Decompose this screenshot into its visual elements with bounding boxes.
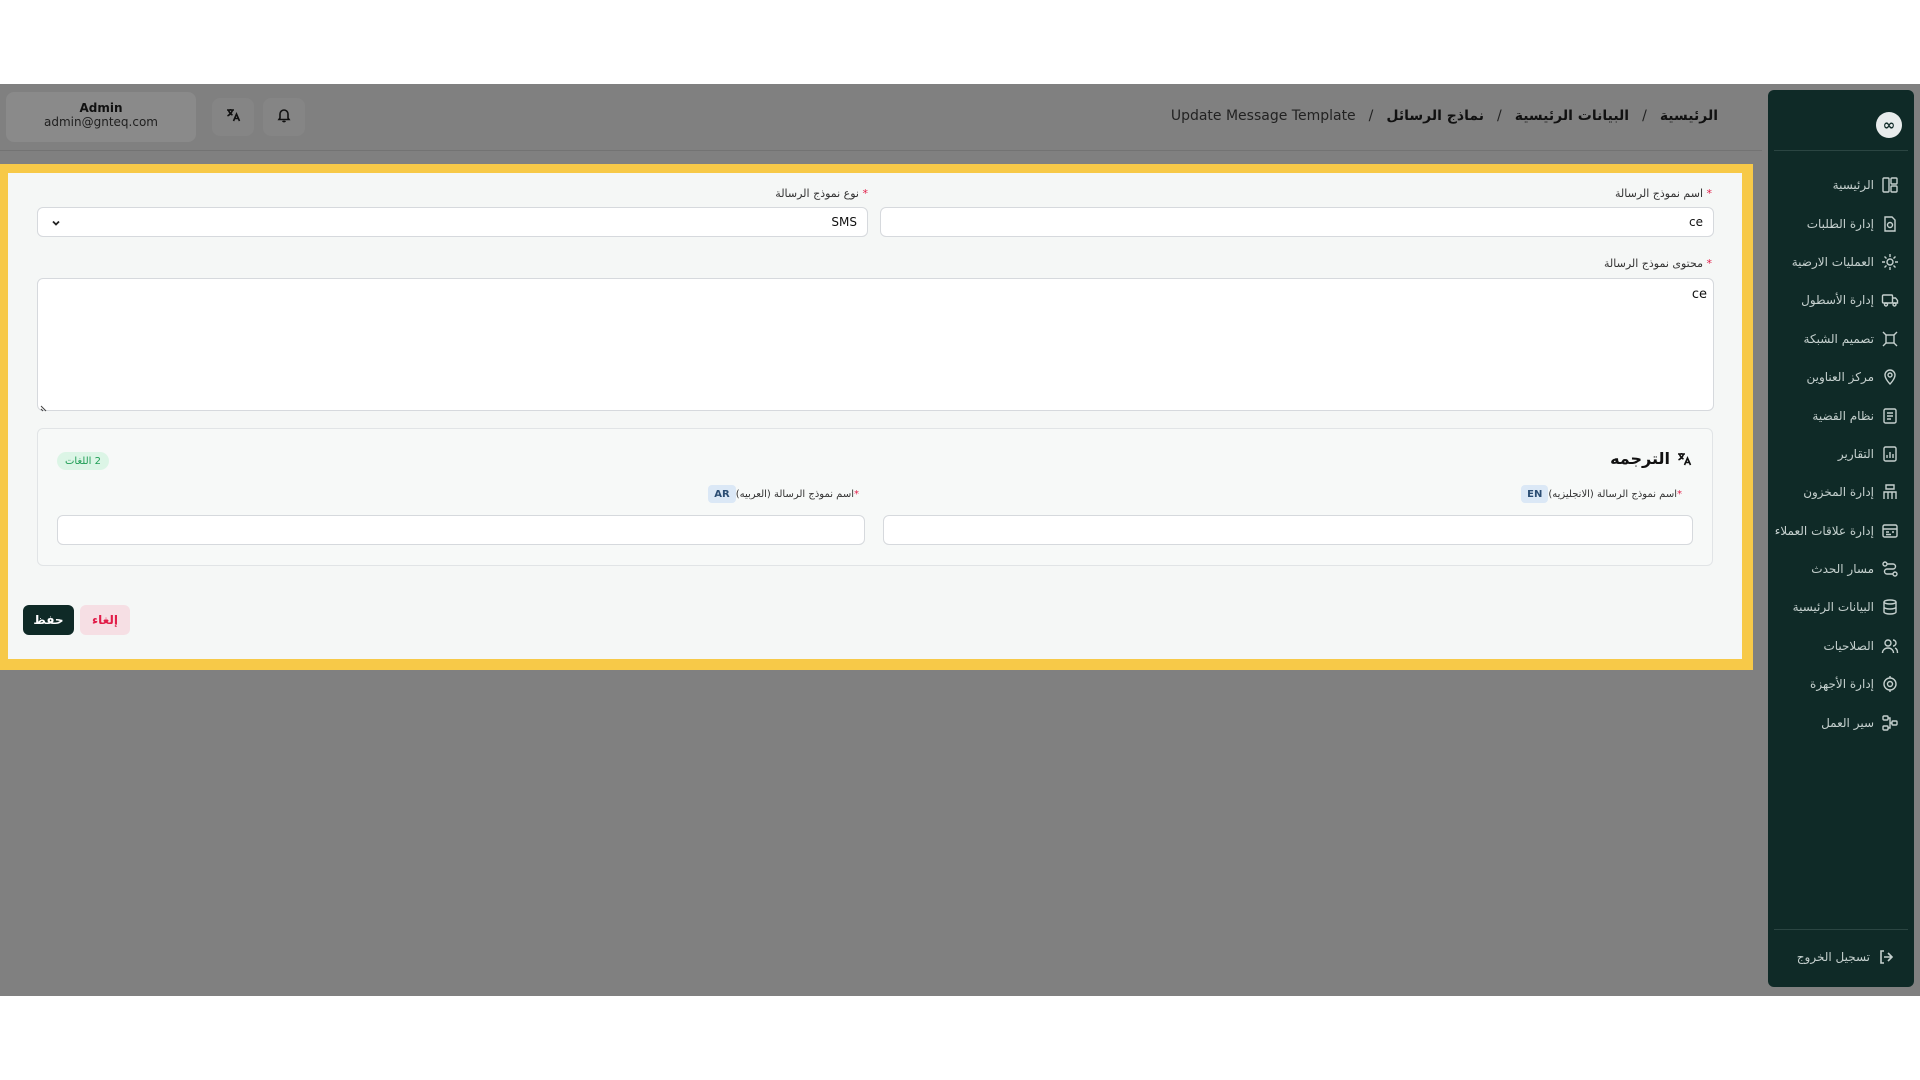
chevron-down-icon: [50, 217, 62, 229]
sidebar-item-home[interactable]: الرئيسية: [1768, 166, 1914, 204]
sidebar: ∞ الرئيسية إدارة الطلبات العمليات الارضي…: [1768, 90, 1914, 987]
sidebar-item-label: إدارة الأسطول: [1801, 293, 1874, 308]
en-label: EN اسم نموذج الرسالة (الانجليزيه) *: [1515, 485, 1692, 503]
breadcrumb-current: Update Message Template: [1170, 108, 1356, 124]
translate-icon: [1676, 451, 1692, 467]
sidebar-item-label: مسار الحدث: [1811, 562, 1874, 577]
type-select-value: SMS: [831, 215, 857, 229]
form-card: * اسم نموذج الرسالة ce * نوع نموذج الرسا…: [8, 173, 1742, 659]
content-text: ce: [1691, 287, 1707, 302]
breadcrumb: الرئيسية / البيانات الرئيسية / نماذج الر…: [1171, 108, 1718, 124]
breadcrumb-separator: /: [1642, 108, 1647, 124]
sidebar-item-cases[interactable]: نظام القضية: [1768, 396, 1914, 434]
sidebar-item-devices[interactable]: إدارة الأجهزة: [1768, 665, 1914, 703]
sidebar-item-label: الرئيسية: [1832, 178, 1874, 193]
notifications-button[interactable]: [263, 98, 305, 136]
workflow-icon: [1880, 713, 1900, 733]
sidebar-item-label: العمليات الارضية: [1791, 254, 1874, 269]
location-icon: [1880, 367, 1900, 387]
translate-icon: [225, 107, 241, 127]
sidebar-item-label: إدارة الأجهزة: [1810, 677, 1874, 692]
breadcrumb-separator: /: [1368, 108, 1374, 124]
sidebar-item-event-path[interactable]: مسار الحدث: [1768, 550, 1914, 588]
sidebar-item-network[interactable]: تصميم الشبكة: [1768, 320, 1914, 358]
breadcrumb-master-data[interactable]: البيانات الرئيسية: [1515, 108, 1629, 124]
breadcrumb-message-templates[interactable]: نماذج الرسائل: [1386, 108, 1484, 124]
sidebar-item-label: إدارة الطلبات: [1806, 216, 1874, 231]
database-icon: [1880, 597, 1900, 617]
users-icon: [1880, 636, 1900, 656]
sidebar-item-label: سير العمل: [1821, 715, 1874, 730]
language-count-badge: 2 اللغات: [57, 452, 109, 470]
ground-ops-icon: [1880, 252, 1900, 272]
cancel-button[interactable]: إلغاء: [80, 605, 130, 635]
type-label: * نوع نموذج الرسالة: [775, 187, 868, 200]
language-button[interactable]: [212, 98, 254, 136]
sidebar-item-inventory[interactable]: إدارة المخزون: [1768, 473, 1914, 511]
devices-icon: [1880, 674, 1900, 694]
ar-name-input[interactable]: [57, 515, 865, 545]
name-input[interactable]: ce: [880, 207, 1714, 237]
header-divider: [0, 150, 1762, 151]
breadcrumb-separator: /: [1496, 108, 1502, 124]
app-shell: Admin admin@gnteq.com الرئيسية / البيانا…: [0, 84, 1920, 996]
ar-label: AR اسم نموذج الرسالة (العربيه) *: [702, 485, 869, 503]
dashboard-icon: [1880, 175, 1900, 195]
truck-icon: [1880, 290, 1900, 310]
ar-badge: AR: [708, 485, 736, 503]
sidebar-item-reports[interactable]: التقارير: [1768, 435, 1914, 473]
sidebar-item-ground-ops[interactable]: العمليات الارضية: [1768, 243, 1914, 281]
sidebar-nav: الرئيسية إدارة الطلبات العمليات الارضية …: [1768, 166, 1914, 742]
sidebar-item-permissions[interactable]: الصلاحيات: [1768, 627, 1914, 665]
bell-icon: [276, 107, 292, 127]
highlight-frame: * اسم نموذج الرسالة ce * نوع نموذج الرسا…: [0, 164, 1753, 670]
user-card[interactable]: Admin admin@gnteq.com: [6, 92, 196, 142]
sidebar-item-label: البيانات الرئيسية: [1792, 600, 1874, 615]
event-path-icon: [1880, 559, 1900, 579]
logout-icon: [1876, 947, 1896, 967]
user-name: Admin: [79, 101, 123, 115]
name-label: * اسم نموذج الرسالة: [1615, 187, 1712, 200]
orders-icon: [1880, 214, 1900, 234]
logout-button[interactable]: تسجيل الخروج: [1768, 942, 1914, 972]
sidebar-item-master-data[interactable]: البيانات الرئيسية: [1768, 588, 1914, 626]
sidebar-item-label: إدارة المخزون: [1803, 485, 1874, 500]
sidebar-divider: [1774, 150, 1908, 151]
case-icon: [1880, 406, 1900, 426]
sidebar-item-crm[interactable]: إدارة علاقات العملاء: [1768, 512, 1914, 550]
sidebar-item-label: نظام القضية: [1812, 408, 1874, 423]
sidebar-item-label: التقارير: [1837, 446, 1874, 461]
sidebar-item-label: تصميم الشبكة: [1803, 331, 1874, 346]
sidebar-item-workflow[interactable]: سير العمل: [1768, 703, 1914, 741]
sidebar-item-label: مركز العناوين: [1806, 370, 1874, 385]
crm-icon: [1880, 521, 1900, 541]
sidebar-item-label: الصلاحيات: [1823, 638, 1874, 653]
sidebar-item-addresses[interactable]: مركز العناوين: [1768, 358, 1914, 396]
logout-label: تسجيل الخروج: [1796, 950, 1870, 964]
reports-icon: [1880, 444, 1900, 464]
en-badge: EN: [1521, 485, 1549, 503]
translation-section: الترجمه 2 اللغات EN اسم نموذج الرسالة (ا…: [37, 428, 1713, 566]
logo-icon: ∞: [1876, 112, 1902, 138]
resize-handle-icon[interactable]: [40, 401, 48, 412]
sidebar-item-orders[interactable]: إدارة الطلبات: [1768, 204, 1914, 242]
save-button[interactable]: حفظ: [23, 605, 74, 635]
top-header: Admin admin@gnteq.com الرئيسية / البيانا…: [0, 84, 1762, 151]
type-select[interactable]: SMS: [37, 207, 868, 237]
content-textarea[interactable]: ce: [37, 278, 1714, 412]
sidebar-item-label: إدارة علاقات العملاء: [1774, 523, 1874, 538]
user-email: admin@gnteq.com: [44, 115, 158, 129]
sidebar-item-fleet[interactable]: إدارة الأسطول: [1768, 281, 1914, 319]
content-label: * محتوى نموذج الرسالة: [1604, 257, 1712, 270]
translation-title: الترجمه: [1610, 449, 1692, 468]
en-name-input[interactable]: [883, 515, 1693, 545]
sidebar-divider: [1774, 929, 1908, 930]
breadcrumb-home[interactable]: الرئيسية: [1660, 108, 1718, 124]
inventory-icon: [1880, 482, 1900, 502]
network-icon: [1880, 329, 1900, 349]
